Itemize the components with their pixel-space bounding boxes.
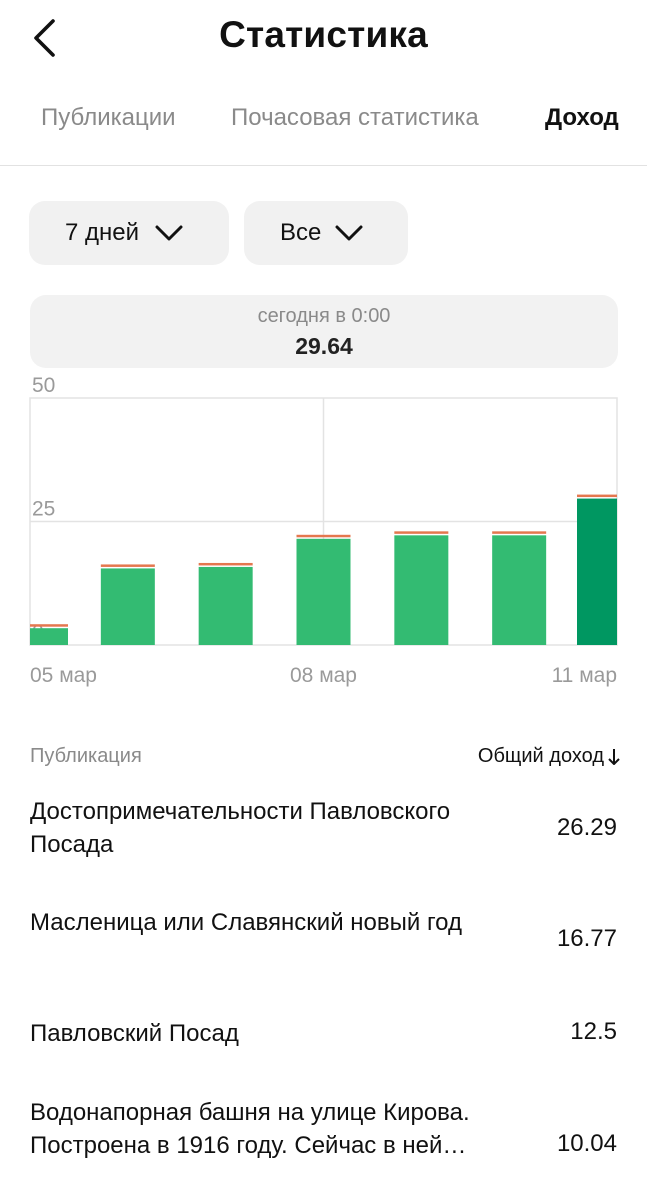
table-row[interactable]: Водонапорная башня на улице Кирова. Пост… xyxy=(0,1096,647,1196)
publication-income: 16.77 xyxy=(556,925,617,952)
app-header: Статистика xyxy=(0,0,647,80)
tab-bar: Публикации Почасовая статистика Доход xyxy=(0,96,647,166)
publication-income: 26.29 xyxy=(556,814,617,841)
chart-bar xyxy=(100,568,155,645)
x-tick-label: 05 мар xyxy=(30,664,97,687)
chart-bar xyxy=(296,538,351,645)
income-bar-chart[interactable]: 5025005 мар08 мар11 мар xyxy=(0,370,647,700)
chart-bar xyxy=(394,535,449,645)
publication-title: Павловский Посад xyxy=(30,1020,239,1047)
publication-title: Водонапорная башня на улице Кирова. Пост… xyxy=(30,1099,470,1159)
period-filter-label: 7 дней xyxy=(65,219,140,246)
chart-bar-cap xyxy=(577,494,617,498)
chart-bar-cap xyxy=(30,624,68,627)
chart-bar-cap xyxy=(394,531,449,534)
chart-bar-cap xyxy=(296,534,351,538)
type-filter-button[interactable]: Все xyxy=(244,201,408,265)
table-row[interactable]: Масленица или Славянский новый год 16.77 xyxy=(0,906,647,972)
tab-income[interactable]: Доход xyxy=(545,104,619,132)
table-row[interactable]: Павловский Посад 12.5 xyxy=(0,1017,647,1051)
y-tick-label: 25 xyxy=(32,498,55,521)
column-header-publication: Публикация xyxy=(30,745,142,767)
y-tick-label: 50 xyxy=(32,374,55,397)
publication-income: 12.5 xyxy=(570,1018,617,1045)
column-header-income-label: Общий доход xyxy=(477,745,604,767)
x-tick-label: 08 мар xyxy=(290,664,357,687)
chart-bar xyxy=(30,628,68,645)
chart-bar xyxy=(492,535,547,645)
tooltip-time: сегодня в 0:00 xyxy=(257,305,391,327)
chart-bar-cap xyxy=(492,531,547,534)
chart-tooltip: сегодня в 0:00 29.64 xyxy=(30,295,618,368)
period-filter-button[interactable]: 7 дней xyxy=(29,201,229,265)
table-row[interactable]: Достопримечательности Павловского Посада… xyxy=(0,795,647,861)
tooltip-value: 29.64 xyxy=(295,333,353,359)
tab-publications[interactable]: Публикации xyxy=(41,104,176,132)
page-title: Статистика xyxy=(219,14,428,55)
column-header-income[interactable]: Общий доход xyxy=(478,745,621,768)
publication-income: 10.04 xyxy=(556,1130,617,1157)
x-tick-label: 11 мар xyxy=(552,664,617,687)
publication-title: Достопримечательности Павловского Посада xyxy=(30,798,451,858)
chevron-down-icon xyxy=(155,224,183,242)
chart-bar-cap xyxy=(100,564,155,567)
tab-hourly-stats[interactable]: Почасовая статистика xyxy=(231,104,479,132)
chevron-down-icon xyxy=(335,224,363,242)
chart-bar-cap xyxy=(198,562,253,566)
chart-canvas: 5025005 мар08 мар11 мар xyxy=(29,374,618,687)
arrow-down-icon xyxy=(607,747,621,767)
chart-bar xyxy=(198,566,253,645)
type-filter-label: Все xyxy=(280,219,322,246)
chart-bar xyxy=(577,498,617,645)
publication-title: Масленица или Славянский новый год xyxy=(30,909,462,936)
